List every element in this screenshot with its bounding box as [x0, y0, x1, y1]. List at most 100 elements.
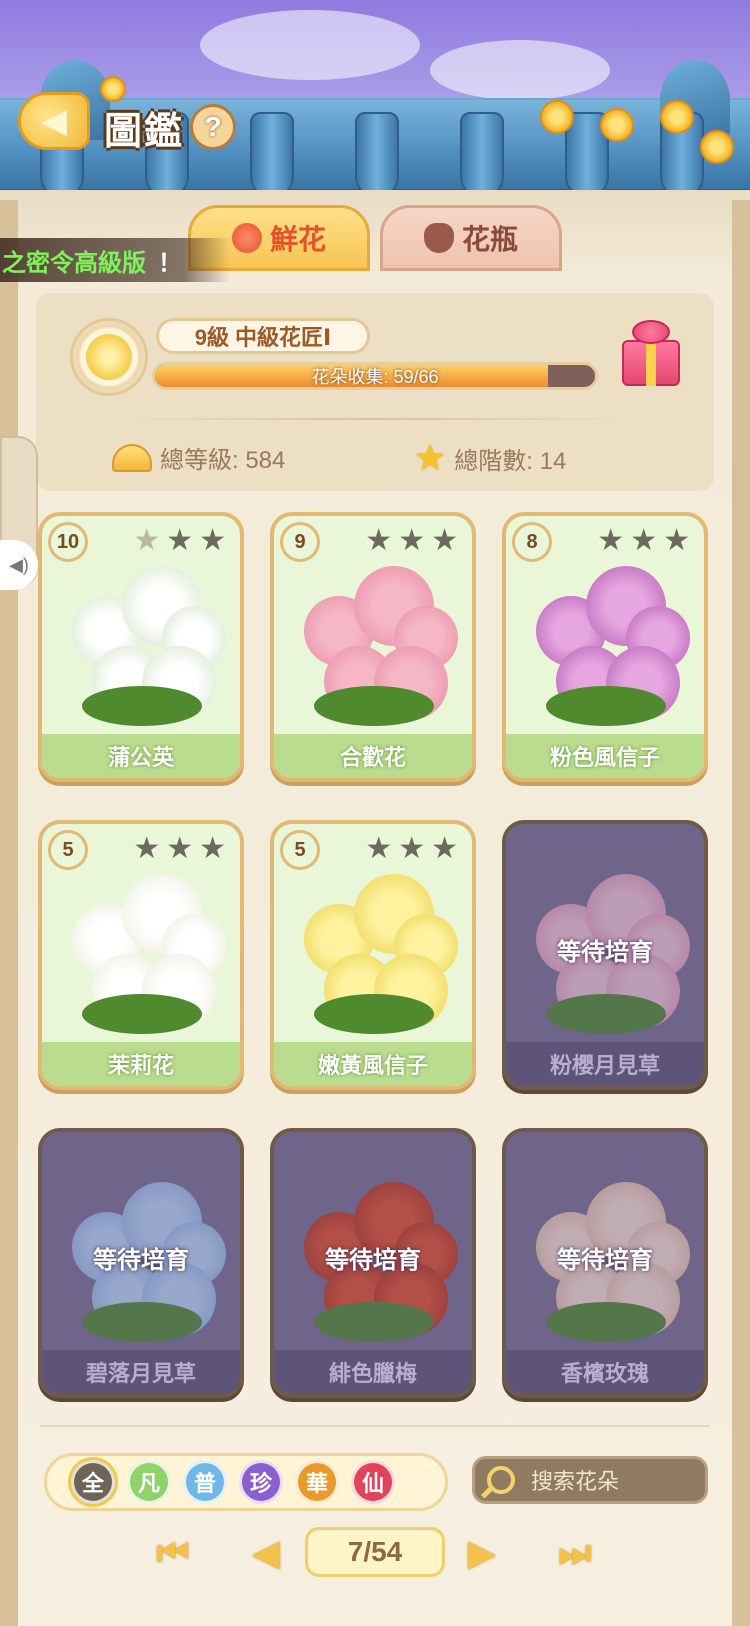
card-name: 嫩黃風信子 — [274, 1042, 472, 1086]
flower-card[interactable]: 等待培育 碧落月見草 — [38, 1128, 244, 1398]
leaves — [546, 686, 666, 726]
frame-right — [732, 200, 750, 1626]
flower-card[interactable]: 等待培育 緋色臘梅 — [270, 1128, 476, 1398]
blossom-decoration — [660, 100, 694, 134]
blossom-decoration — [700, 130, 734, 164]
filter-chip[interactable]: 普 — [183, 1460, 227, 1504]
star-rating: ★ ★ ★ — [133, 526, 226, 556]
card-level-badge: 9 — [280, 522, 320, 562]
roof-tile — [355, 112, 399, 197]
level-badge: 9級 中級花匠Ⅰ — [156, 318, 370, 354]
divider — [120, 418, 630, 420]
first-page-button[interactable]: ⏮ — [146, 1527, 200, 1579]
star-icon: ★ — [431, 524, 458, 557]
rank-text: 中級花匠Ⅰ — [235, 325, 332, 350]
tab-label: 花瓶 — [461, 224, 518, 255]
first-page-icon: ⏮ — [156, 1531, 190, 1573]
speaker-icon: ◀) — [9, 554, 29, 575]
card-name: 香檳玫瑰 — [506, 1350, 704, 1394]
level-text: 9級 — [194, 325, 230, 350]
locked-label: 等待培育 — [93, 1247, 189, 1274]
tab-label: 鮮花 — [269, 224, 326, 255]
gift-button[interactable] — [618, 318, 684, 390]
star-icon: ★ — [133, 832, 161, 865]
flower-card[interactable]: 等待培育 粉櫻月見草 — [502, 820, 708, 1090]
locked-label: 等待培育 — [557, 939, 653, 966]
blossom-decoration — [540, 100, 574, 134]
filter-chip[interactable]: 華 — [295, 1460, 339, 1504]
total-level-stat: 總等級: 584 — [112, 440, 285, 475]
star-icon: ★ — [365, 832, 393, 865]
roof-tile — [250, 112, 294, 197]
announcement-ticker[interactable]: 之密令高級版 ！ — [0, 238, 230, 282]
search-icon — [487, 1466, 515, 1494]
star-icon: ★ — [597, 524, 625, 557]
ticker-text: 之密令高級版 — [2, 249, 146, 277]
total-level-label: 總等級: 584 — [160, 447, 286, 474]
progress-text: 花朵收集: 59/66 — [311, 367, 439, 387]
filter-chip[interactable]: 珍 — [239, 1460, 283, 1504]
star-icon: ★ — [431, 832, 458, 865]
prev-page-button[interactable]: ◀ — [236, 1527, 296, 1579]
search-box[interactable]: 搜索花朵 — [472, 1456, 708, 1504]
next-page-icon: ▶ — [468, 1532, 496, 1573]
filter-chip[interactable]: 凡 — [127, 1460, 171, 1504]
filter-chip[interactable]: 仙 — [351, 1460, 395, 1504]
prev-page-icon: ◀ — [252, 1532, 280, 1573]
card-name: 茉莉花 — [42, 1042, 240, 1086]
star-rating: ★ ★ ★ — [133, 834, 226, 864]
blossom-decoration — [600, 108, 634, 142]
card-name: 粉色風信子 — [506, 734, 704, 778]
tab-vases[interactable]: 花瓶 — [380, 205, 562, 271]
leaves — [82, 994, 202, 1034]
leaves — [82, 686, 202, 726]
flower-illustration — [516, 546, 694, 726]
page-indicator: 7/54 — [305, 1527, 445, 1577]
star-icon: ★ — [398, 524, 426, 557]
star-rating: ★ ★ ★ — [597, 526, 690, 556]
flower-illustration — [52, 546, 230, 726]
flower-illustration — [52, 854, 230, 1034]
next-page-button[interactable]: ▶ — [452, 1527, 512, 1579]
star-icon: ★ — [166, 832, 194, 865]
locked-label: 等待培育 — [557, 1247, 653, 1274]
roof-tile — [460, 112, 504, 197]
flower-card[interactable]: 等待培育 香檳玫瑰 — [502, 1128, 708, 1398]
sprout-icon — [112, 443, 152, 472]
back-button[interactable]: ◀ — [18, 92, 90, 150]
card-level-badge: 5 — [280, 830, 320, 870]
leaves — [314, 994, 434, 1034]
flower-card[interactable]: 10 ★ ★ ★ 蒲公英 — [38, 512, 244, 782]
total-stars-label: 總階數: 14 — [454, 447, 567, 475]
total-stars-stat: ★ 總階數: 14 — [414, 440, 566, 476]
card-level-badge: 10 — [48, 522, 88, 562]
rose-icon — [231, 223, 262, 253]
gift-bow — [632, 320, 670, 344]
flower-card[interactable]: 9 ★ ★ ★ 合歡花 — [270, 512, 476, 782]
card-name: 緋色臘梅 — [274, 1350, 472, 1394]
back-arrow-icon: ◀ — [40, 102, 68, 140]
star-icon: ★ — [414, 437, 447, 478]
last-page-icon: ⏭ — [558, 1531, 592, 1573]
flower-card[interactable]: 8 ★ ★ ★ 粉色風信子 — [502, 512, 708, 782]
filter-chip[interactable]: 全 — [71, 1460, 115, 1504]
help-icon: ? — [204, 111, 222, 142]
divider — [40, 1425, 710, 1427]
last-page-button[interactable]: ⏭ — [548, 1527, 602, 1579]
card-name: 合歡花 — [274, 734, 472, 778]
card-level-badge: 5 — [48, 830, 88, 870]
rank-emblem — [70, 318, 148, 396]
blossom-decoration — [100, 76, 126, 102]
search-placeholder: 搜索花朵 — [531, 1469, 620, 1494]
help-button[interactable]: ? — [190, 104, 236, 150]
flower-illustration — [284, 854, 462, 1034]
card-level-badge: 8 — [512, 522, 552, 562]
flower-emblem-icon — [86, 334, 132, 380]
star-icon: ★ — [398, 832, 426, 865]
card-name: 粉櫻月見草 — [506, 1042, 704, 1086]
gift-ribbon — [646, 340, 656, 386]
star-icon: ★ — [663, 524, 690, 557]
flower-card[interactable]: 5 ★ ★ ★ 茉莉花 — [38, 820, 244, 1090]
flower-card[interactable]: 5 ★ ★ ★ 嫩黃風信子 — [270, 820, 476, 1090]
card-name: 蒲公英 — [42, 734, 240, 778]
